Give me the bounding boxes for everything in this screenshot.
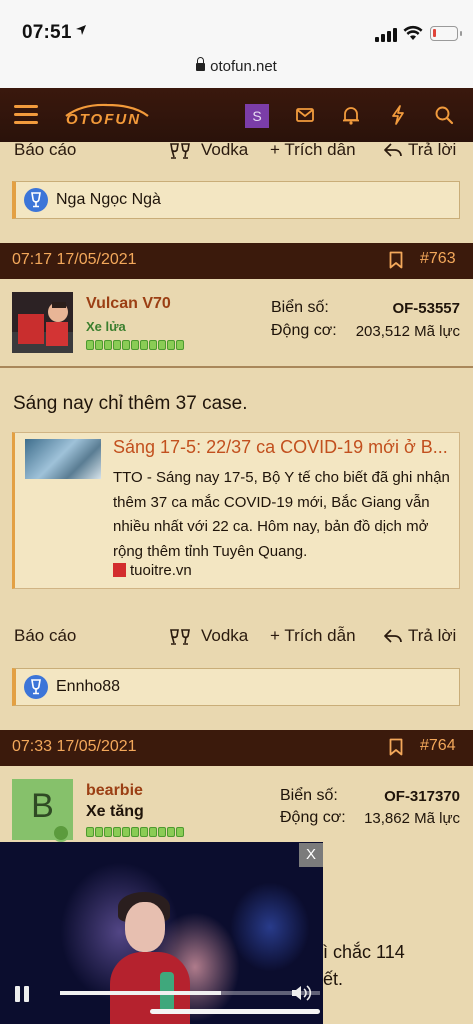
mail-icon[interactable] [294, 104, 316, 126]
home-indicator[interactable] [150, 1009, 320, 1014]
plate-label: Biển số: [280, 787, 338, 804]
status-bar: 07:51 otofun.net [0, 0, 473, 88]
vodka-label: Vodka [201, 140, 249, 159]
cellular-signal-icon [375, 28, 399, 42]
menu-icon[interactable] [14, 105, 38, 125]
logo-text: OTOFUN [66, 111, 142, 128]
vodka-glasses-icon [170, 629, 190, 645]
lock-icon [196, 57, 206, 71]
rank-dots [86, 337, 185, 350]
reply-label: Trả lời [408, 140, 457, 159]
status-time: 07:51 [22, 22, 72, 43]
wine-glass-icon [24, 675, 48, 699]
preview-thumbnail [25, 439, 101, 479]
post-actions: Báo cáo Vodka + Trích dẫn Trả lời [0, 626, 473, 656]
username[interactable]: Vulcan V70 [86, 295, 171, 313]
bell-icon[interactable] [340, 104, 362, 126]
reply-label: Trả lời [408, 626, 457, 645]
divider [0, 366, 473, 368]
video-progress-bar[interactable] [60, 991, 320, 995]
post-datetime[interactable]: 07:33 17/05/2021 [12, 738, 137, 756]
engine-label: Động cơ: [271, 322, 337, 339]
volume-icon[interactable] [290, 983, 314, 1003]
plate-label: Biển số: [271, 299, 329, 316]
post-body: Sáng nay chỉ thêm 37 case. [13, 393, 248, 414]
plate-value: OF-317370 [384, 788, 460, 805]
tuoitre-favicon-icon [113, 563, 126, 577]
online-badge-icon [52, 824, 70, 842]
post-header: 07:17 17/05/2021 #763 [0, 243, 473, 279]
engine-label: Động cơ: [280, 809, 346, 826]
styles-badge[interactable]: S [245, 104, 269, 128]
post-datetime[interactable]: 07:17 17/05/2021 [12, 251, 137, 269]
post-body-partial: ì chắc 114 [323, 942, 405, 962]
engine-value: 203,512 Mã lực [355, 323, 460, 340]
vodka-label: Vodka [201, 626, 249, 645]
preview-source: tuoitre.vn [113, 562, 192, 579]
preview-title[interactable]: Sáng 17-5: 22/37 ca COVID-19 mới ở B... [113, 437, 453, 458]
search-icon[interactable] [433, 104, 455, 126]
video-player[interactable] [0, 842, 323, 1024]
post-number[interactable]: #764 [420, 737, 456, 755]
wine-glass-icon [24, 188, 48, 212]
report-link[interactable]: Báo cáo [14, 140, 76, 160]
vodka-glasses-icon [170, 143, 190, 159]
username[interactable]: bearbie [86, 782, 143, 800]
location-arrow-icon [76, 25, 86, 35]
post-body-partial: ết. [323, 969, 344, 989]
bookmark-icon[interactable] [389, 738, 403, 756]
video-progress-fill [60, 991, 222, 995]
reaction-user: Ennho88 [56, 678, 121, 695]
user-avatar[interactable]: B [12, 779, 73, 842]
site-navbar: OTOFUN S [0, 88, 473, 142]
reactions-bar[interactable]: Ennho88 [12, 668, 460, 706]
link-preview[interactable]: Sáng 17-5: 22/37 ca COVID-19 mới ở B... … [12, 432, 460, 589]
rank-dots [86, 824, 185, 837]
reaction-user: Nga Ngọc Ngà [56, 191, 161, 208]
report-link[interactable]: Báo cáo [14, 626, 76, 646]
user-rank: Xe lửa [86, 319, 126, 334]
engine-value: 13,862 Mã lực [364, 810, 460, 827]
user-avatar[interactable] [12, 292, 73, 353]
address-bar[interactable]: otofun.net [0, 57, 473, 75]
battery-level [433, 29, 436, 37]
post-number[interactable]: #763 [420, 250, 456, 268]
avatar-letter: B [31, 787, 54, 825]
otofun-logo[interactable]: OTOFUN [62, 102, 152, 130]
reply-arrow-icon [384, 143, 402, 157]
lightning-icon[interactable] [387, 104, 409, 126]
url-text: otofun.net [210, 58, 277, 75]
preview-description: TTO - Sáng nay 17-5, Bộ Y tế cho biết đã… [113, 469, 450, 560]
battery-icon [430, 26, 462, 41]
reactions-bar[interactable]: Nga Ngọc Ngà [12, 181, 460, 219]
quote-button[interactable]: + Trích dẫn [270, 626, 356, 646]
bookmark-icon[interactable] [389, 251, 403, 269]
reply-arrow-icon [384, 629, 402, 643]
pause-icon[interactable] [12, 984, 32, 1004]
preview-source-text: tuoitre.vn [130, 562, 192, 579]
user-rank: Xe tăng [86, 803, 144, 820]
post-header: 07:33 17/05/2021 #764 [0, 730, 473, 766]
plate-value: OF-53557 [392, 300, 460, 317]
wifi-icon [403, 25, 423, 40]
quote-button[interactable]: + Trích dẫn [270, 140, 356, 160]
close-video-button[interactable]: X [299, 843, 323, 867]
prev-post-actions: Báo cáo Vodka + Trích dẫn Trả lời [0, 140, 473, 170]
